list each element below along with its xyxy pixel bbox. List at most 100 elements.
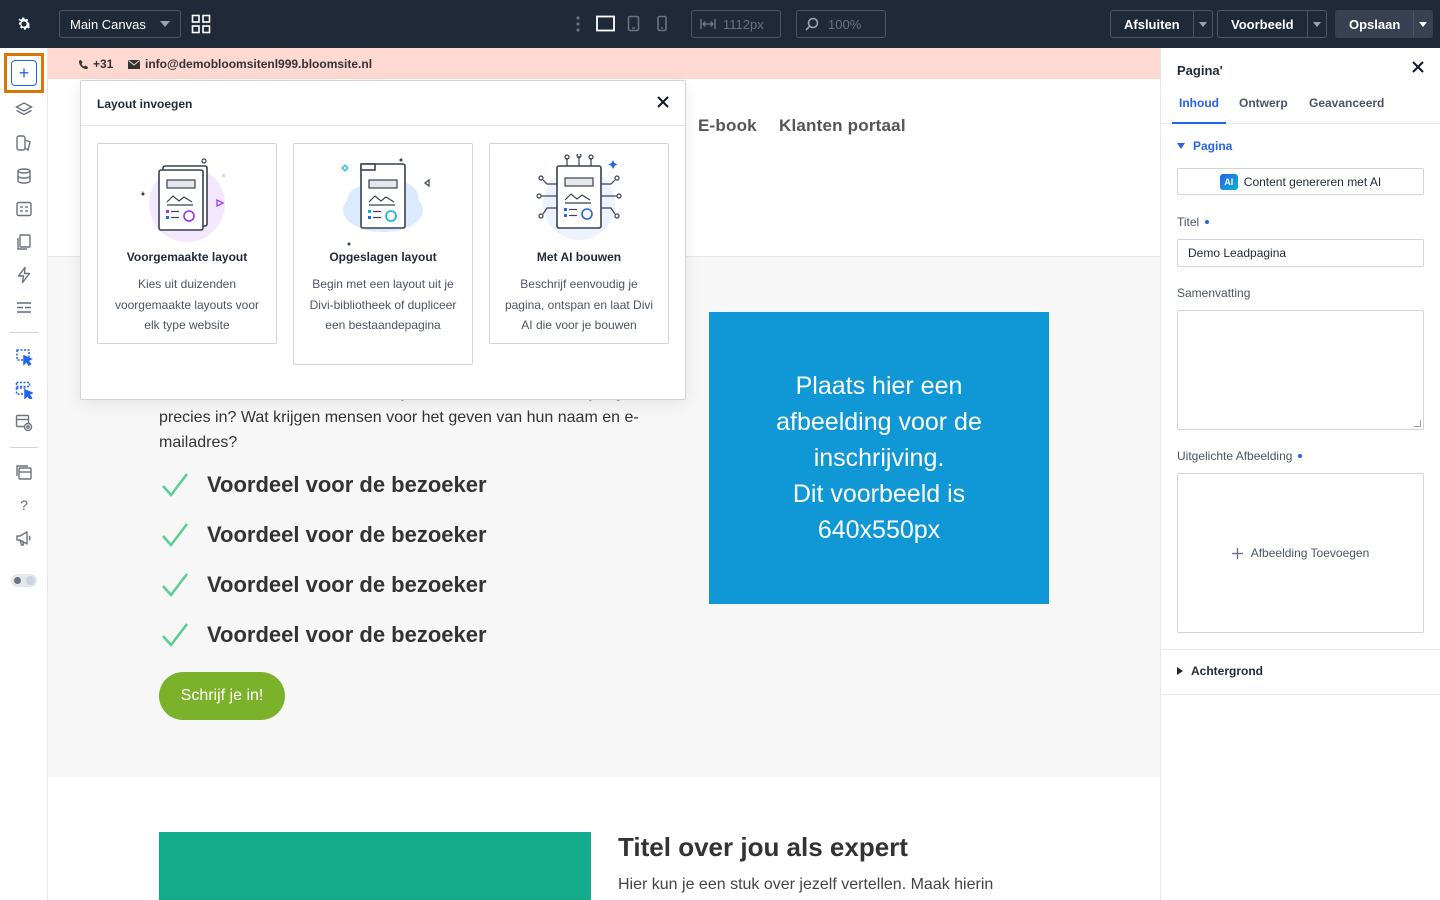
- exit-dropdown-chevron-icon[interactable]: [1192, 11, 1212, 37]
- panel-divider: [1161, 694, 1440, 695]
- zoom-search-icon: [805, 17, 819, 31]
- sidebar-divider: [10, 447, 38, 448]
- tab-advanced[interactable]: Geavanceerd: [1309, 96, 1384, 124]
- design-leaf-icon[interactable]: [14, 133, 34, 153]
- desktop-view-icon[interactable]: [596, 15, 615, 37]
- canvas-width-placeholder: 1112px: [723, 16, 764, 32]
- preview-dropdown-chevron-icon[interactable]: [1306, 11, 1326, 37]
- add-layout-button[interactable]: +: [4, 53, 44, 93]
- checkmark-icon: [162, 573, 189, 598]
- modal-title: Layout invoegen: [97, 97, 193, 111]
- generate-ai-content-button[interactable]: AI Content genereren met AI: [1177, 168, 1424, 195]
- panel-tabs: Inhoud Ontwerp Geavanceerd: [1161, 96, 1440, 124]
- close-icon[interactable]: [655, 94, 671, 110]
- featured-image-label: Uitgelichte Afbeelding: [1177, 449, 1303, 463]
- database-icon[interactable]: [14, 166, 34, 186]
- zoom-input[interactable]: 100%: [796, 10, 886, 38]
- canvas-width-input[interactable]: 1112px: [691, 10, 781, 38]
- phone-contact[interactable]: +31: [78, 57, 113, 71]
- title-field-label: Titel: [1177, 215, 1210, 229]
- signup-cta-button[interactable]: Schrijf je in!: [159, 672, 285, 720]
- benefit-item: Voordeel voor de bezoeker: [159, 621, 487, 649]
- benefit-item: Voordeel voor de bezoeker: [159, 521, 487, 549]
- checkmark-icon: [162, 623, 189, 648]
- email-address: info@demobloomsitenl999.bloomsite.nl: [145, 57, 373, 71]
- add-featured-image-button[interactable]: Afbeelding Toevoegen: [1177, 473, 1424, 633]
- add-image-label: Afbeelding Toevoegen: [1250, 546, 1370, 560]
- modified-dot-icon: [1205, 220, 1210, 224]
- checkmark-icon: [162, 523, 189, 548]
- benefit-text: Voordeel voor de bezoeker: [207, 622, 487, 647]
- premade-layout-illustration: [140, 158, 226, 242]
- ai-badge-icon: AI: [1219, 173, 1238, 190]
- plus-icon: [1231, 547, 1243, 559]
- exit-button[interactable]: Afsluiten: [1110, 10, 1213, 38]
- ai-build-card[interactable]: Met AI bouwen Beschrijf eenvoudig je pag…: [489, 143, 669, 344]
- expert-text: Hier kun je een stuk over jezelf vertell…: [618, 876, 994, 893]
- save-dropdown-chevron-icon[interactable]: [1413, 11, 1432, 37]
- card-description: Beschrijf eenvoudig je pagina, ontspan e…: [504, 277, 654, 332]
- canvas-select[interactable]: Main Canvas: [59, 10, 181, 38]
- email-contact[interactable]: info@demobloomsitenl999.bloomsite.nl: [128, 57, 372, 71]
- card-title: Opgeslagen layout: [329, 250, 437, 264]
- layers-icon[interactable]: [14, 100, 34, 120]
- more-vertical-icon[interactable]: [575, 15, 581, 38]
- section-title: Pagina: [1193, 139, 1233, 153]
- preview-layout-icon[interactable]: [14, 413, 34, 433]
- modified-dot-icon: [1298, 454, 1303, 458]
- premade-layout-card[interactable]: Voorgemaakte layout Kies uit duizenden v…: [97, 143, 277, 344]
- saved-layout-card[interactable]: Opgeslagen layout Begin met een layout u…: [293, 143, 473, 365]
- expert-title: Titel over jou als expert: [618, 832, 908, 862]
- sidebar-divider: [10, 332, 38, 333]
- close-icon[interactable]: [1411, 60, 1425, 74]
- lightning-icon[interactable]: [14, 265, 34, 285]
- help-question-icon[interactable]: ?: [14, 495, 34, 515]
- megaphone-icon[interactable]: [14, 528, 34, 548]
- chevron-down-icon: [160, 21, 170, 27]
- phone-number: +31: [93, 57, 114, 71]
- title-input[interactable]: Demo Leadpagina: [1177, 239, 1424, 267]
- layout-grid-icon[interactable]: [191, 14, 211, 39]
- card-description: Begin met een layout uit je Divi-bibliot…: [309, 277, 457, 332]
- expert-image-placeholder[interactable]: [159, 832, 591, 900]
- benefit-item: Voordeel voor de bezoeker: [159, 571, 487, 599]
- phone-icon: [78, 59, 89, 69]
- section-toggle-page[interactable]: Pagina: [1177, 139, 1232, 153]
- library-stack-icon[interactable]: [14, 462, 34, 482]
- resize-grip-icon[interactable]: [1414, 420, 1421, 427]
- select-element-icon[interactable]: [14, 347, 34, 367]
- generate-ai-content-label: Content genereren met AI: [1243, 174, 1382, 189]
- tab-content[interactable]: Inhoud: [1172, 96, 1226, 124]
- card-title: Voorgemaakte layout: [126, 250, 248, 264]
- section-toggle-background[interactable]: Achtergrond: [1177, 664, 1263, 678]
- save-button-label: Opslaan: [1349, 16, 1401, 32]
- settings-gear-icon[interactable]: [0, 0, 48, 48]
- saved-layout-illustration: [341, 158, 430, 246]
- tab-design[interactable]: Ontwerp: [1239, 96, 1288, 124]
- form-fields-icon[interactable]: [14, 199, 34, 219]
- summary-field-label: Samenvatting: [1177, 286, 1251, 300]
- signup-image-placeholder[interactable]: Plaats hier een afbeelding voor de insch…: [709, 312, 1049, 604]
- sections-icon[interactable]: [14, 298, 34, 318]
- triangle-down-icon: [1177, 143, 1185, 149]
- sun-icon: [14, 577, 21, 584]
- top-contact-strip: +31 info@demobloomsitenl999.bloomsite.nl: [48, 48, 1160, 79]
- left-sidebar: + ?: [0, 48, 48, 900]
- save-button[interactable]: Opslaan: [1335, 10, 1434, 38]
- nav-item-ebook[interactable]: E-book: [698, 116, 757, 136]
- panel-divider: [1161, 649, 1440, 650]
- multi-select-icon[interactable]: [14, 380, 34, 400]
- plus-icon: +: [11, 60, 37, 86]
- preview-button[interactable]: Voorbeeld: [1217, 10, 1327, 38]
- title-label-text: Titel: [1177, 215, 1200, 229]
- tablet-view-icon[interactable]: [627, 15, 640, 37]
- pages-copy-icon[interactable]: [14, 232, 34, 252]
- phone-view-icon[interactable]: [656, 15, 668, 37]
- dark-mode-toggle[interactable]: [11, 574, 37, 587]
- benefit-text: Voordeel voor de bezoeker: [207, 472, 487, 497]
- checkmark-icon: [162, 473, 189, 498]
- hero-intro-line: precies in? Wat krijgen mensen voor het …: [159, 409, 639, 426]
- section-title: Achtergrond: [1191, 664, 1263, 678]
- nav-item-client-portal[interactable]: Klanten portaal: [779, 116, 906, 136]
- summary-textarea[interactable]: [1177, 310, 1424, 430]
